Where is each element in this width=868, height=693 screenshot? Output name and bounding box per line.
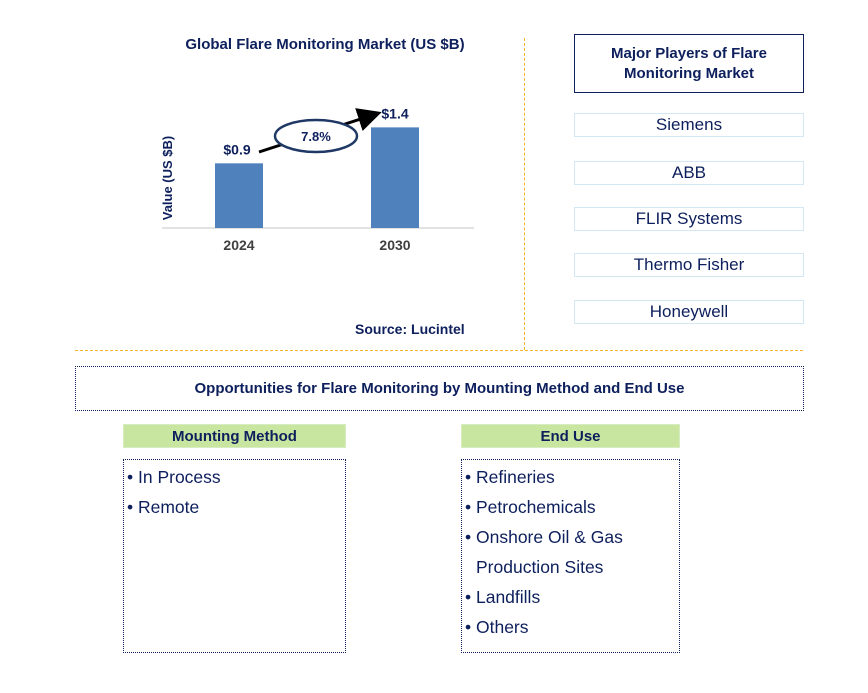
list-item: Production Sites [476,557,604,577]
horizontal-separator [75,350,803,351]
opportunities-title: Opportunities for Flare Monitoring by Mo… [75,366,804,411]
x-tick-label-2024: 2024 [223,237,254,253]
y-axis-label: Value (US $B) [160,136,175,221]
player-item: Thermo Fisher [574,253,804,277]
list-item: • Onshore Oil & Gas [465,527,623,547]
x-tick-label-2030: 2030 [379,237,410,253]
source-label: Source: Lucintel [355,321,465,337]
data-label-2030: $1.4 [381,105,408,121]
players-title: Major Players of Flare Monitoring Market [574,34,804,93]
end-use-list: • Refineries • Petrochemicals • Onshore Oi… [461,459,680,653]
list-item: • Others [465,617,529,637]
player-item: Siemens [574,113,804,137]
list-item: • Petrochemicals [465,497,596,517]
bar-2030 [371,127,419,228]
end-use-header: End Use [461,424,680,448]
list-item: • Landfills [465,587,541,607]
player-item: FLIR Systems [574,207,804,231]
player-item: Honeywell [574,300,804,324]
list-item: • In Process [127,467,221,487]
data-label-2024: $0.9 [223,141,250,157]
cagr-label: 7.8% [301,129,331,144]
list-item: • Refineries [465,467,555,487]
mounting-method-list: • In Process • Remote [123,459,346,653]
mounting-method-header: Mounting Method [123,424,346,448]
vertical-separator [524,38,525,350]
list-item: • Remote [127,497,200,517]
bar-chart: Value (US $B) $0.9 2024 $1.4 2030 7.8% [160,105,474,253]
player-item: ABB [574,161,804,185]
chart-title: Global Flare Monitoring Market (US $B) [185,36,465,53]
bar-2024 [215,163,263,228]
